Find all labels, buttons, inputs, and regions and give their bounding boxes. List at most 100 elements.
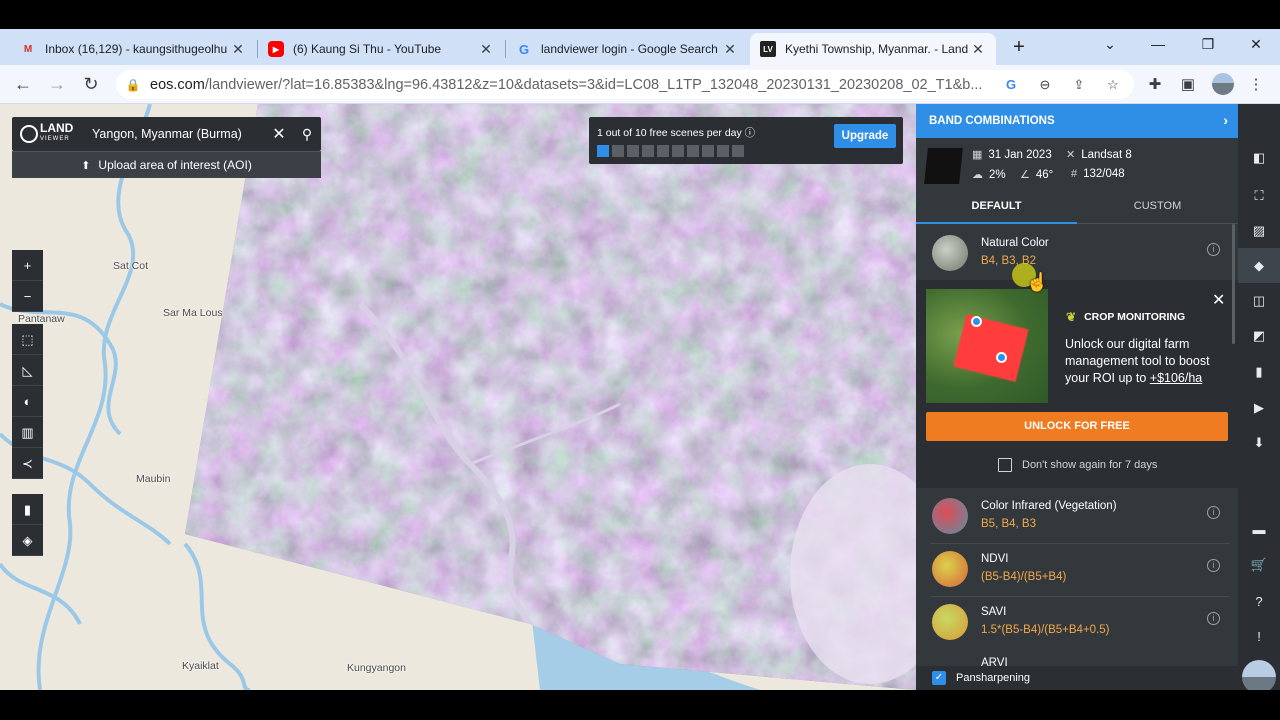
google-icon: G — [518, 41, 530, 57]
band-color-infrared[interactable]: Color Infrared (Vegetation) B5, B4, B3 i — [916, 490, 1238, 543]
side-panel-icon[interactable]: ▣ — [1178, 75, 1198, 95]
tab-youtube[interactable]: ▶ (6) Kaung Si Thu - YouTube ✕ — [258, 33, 504, 65]
pansharpening-toggle[interactable]: ✓ Pansharpening — [916, 666, 1238, 690]
band-name: ARVI — [981, 657, 1008, 666]
compare-icon[interactable]: ◧ — [1249, 148, 1269, 168]
scene-date: 31 Jan 2023 — [988, 148, 1052, 161]
3d-view-icon[interactable]: ◈ — [12, 525, 43, 556]
ruler-icon[interactable]: ◺ — [12, 355, 43, 386]
zoom-in-button[interactable]: + — [12, 250, 43, 281]
extensions-icon[interactable]: ✚ — [1145, 75, 1165, 95]
place-label: Kyaiklat — [182, 660, 219, 672]
close-icon[interactable]: ✕ — [970, 41, 986, 58]
feedback-icon[interactable]: ! — [1249, 627, 1269, 647]
tab-google[interactable]: G landviewer login - Google Search ✕ — [506, 33, 748, 65]
url-text: eos.com/landviewer/?lat=16.85383&lng=96.… — [150, 76, 983, 93]
gmail-icon: M — [23, 43, 33, 55]
screen-top-bar — [0, 0, 1280, 29]
google-lens-icon[interactable]: G — [1001, 75, 1021, 95]
promo-text: Unlock our digital farm management tool … — [1065, 337, 1210, 385]
chat-icon[interactable]: ▬ — [1249, 520, 1269, 540]
info-icon[interactable]: i — [1207, 506, 1220, 519]
tab-default[interactable]: DEFAULT — [916, 194, 1077, 224]
layers-icon[interactable]: ◆ — [1238, 248, 1280, 283]
promo-link[interactable]: +$106/ha — [1150, 371, 1202, 385]
close-icon[interactable]: ✕ — [478, 41, 494, 58]
address-bar: ← → ↻ 🔒 eos.com/landviewer/?lat=16.85383… — [0, 65, 1280, 104]
clear-search-icon[interactable]: ✕ — [265, 124, 293, 144]
scene-thumbnail[interactable] — [924, 148, 963, 184]
quota-cell — [597, 145, 609, 157]
band-formula: 1.5*(B5-B4)/(B5+B4+0.5) — [981, 624, 1110, 636]
satellite-scene — [185, 104, 916, 690]
bookmark-star-icon[interactable]: ☆ — [1103, 75, 1123, 95]
download-icon[interactable]: ⬇ — [1249, 433, 1269, 453]
zoom-out-button[interactable]: − — [12, 281, 43, 312]
upload-aoi-button[interactable]: ⬆ Upload area of interest (AOI) — [12, 151, 321, 178]
zoom-controls: + − — [12, 250, 43, 312]
lock-icon: 🔒 — [125, 77, 141, 92]
info-icon[interactable]: i — [1207, 612, 1220, 625]
restore-button[interactable]: ❐ — [1198, 36, 1218, 53]
close-icon[interactable]: ✕ — [722, 41, 738, 58]
tab-landviewer[interactable]: LV Kyethi Township, Myanmar. - Land ✕ — [750, 33, 996, 65]
close-window-button[interactable]: ✕ — [1246, 36, 1266, 53]
map-layers-icon[interactable]: ▥ — [12, 417, 43, 448]
help-icon[interactable]: ? — [1249, 592, 1269, 612]
time-icon[interactable]: ◐ — [12, 386, 43, 417]
minimize-button[interactable]: — — [1148, 36, 1168, 52]
share-icon[interactable]: ⇪ — [1069, 75, 1089, 95]
panel-scrollbar[interactable] — [1232, 224, 1235, 344]
forward-button[interactable]: → — [46, 73, 68, 95]
cart-icon[interactable]: 🛒 — [1249, 555, 1269, 575]
landviewer-icon: LV — [760, 41, 776, 57]
right-toolbar: ◧ ⛶ ▨ ◆ ◫ ◩ ▮ ▶ ⬇ ▬ 🛒 ? ! — [1238, 104, 1280, 690]
upgrade-button[interactable]: Upgrade — [834, 124, 896, 148]
tab-title: landviewer login - Google Search — [541, 42, 718, 56]
search-icon[interactable]: ⚲ — [293, 126, 321, 143]
statistics-icon[interactable]: ▮ — [12, 494, 43, 525]
info-icon[interactable]: i — [1207, 243, 1220, 256]
profile-avatar[interactable] — [1212, 73, 1234, 95]
location-search: LAND VIEWER Yangon, Myanmar (Burma) ✕ ⚲ — [12, 117, 321, 151]
info-icon[interactable]: i — [1207, 559, 1220, 572]
play-icon[interactable]: ▶ — [1249, 398, 1269, 418]
band-thumbnail — [932, 498, 968, 534]
chevron-right-icon[interactable]: › — [1223, 112, 1228, 128]
band-savi[interactable]: SAVI 1.5*(B5-B4)/(B5+B4+0.5) i — [916, 596, 1238, 649]
panel-title: BAND COMBINATIONS — [929, 115, 1055, 127]
crop-icon[interactable]: ⛶ — [1249, 186, 1269, 206]
change-detection-icon[interactable]: ◩ — [1249, 326, 1269, 346]
back-button[interactable]: ← — [12, 73, 34, 95]
satellite-icon: ✕ — [1066, 149, 1076, 161]
map-view[interactable]: Sat Cot Pantanaw Sar Ma Lous Maubin Kyai… — [0, 104, 916, 690]
draw-polygon-icon[interactable]: ⬚ — [12, 324, 43, 355]
tab-search-icon[interactable]: ⌄ — [1100, 36, 1120, 53]
reload-button[interactable]: ↻ — [80, 73, 102, 95]
map-tools: ⬚ ◺ ◐ ▥ ≺ — [12, 324, 43, 479]
dont-show-checkbox[interactable] — [998, 458, 1012, 472]
url-field[interactable]: 🔒 eos.com/landviewer/?lat=16.85383&lng=9… — [116, 70, 1134, 99]
menu-icon[interactable]: ⋮ — [1246, 75, 1266, 95]
close-promo-icon[interactable]: ✕ — [1212, 290, 1225, 310]
image-icon[interactable]: ▨ — [1249, 221, 1269, 241]
globe-icon — [20, 125, 38, 143]
close-icon[interactable]: ✕ — [230, 41, 246, 58]
search-input[interactable]: Yangon, Myanmar (Burma) — [82, 127, 265, 141]
dont-show-again[interactable]: Don't show again for 7 days — [998, 458, 1157, 472]
chart-icon[interactable]: ▮ — [1249, 362, 1269, 382]
band-natural-color[interactable]: Natural Color B4, B3, B2 i — [916, 227, 1238, 280]
unlock-for-free-button[interactable]: UNLOCK FOR FREE — [926, 412, 1228, 441]
tab-custom[interactable]: CUSTOM — [1077, 194, 1238, 224]
landviewer-logo: LAND VIEWER — [20, 121, 82, 147]
band-ndvi[interactable]: NDVI (B5-B4)/(B5+B4) i — [916, 543, 1238, 596]
tab-gmail[interactable]: M Inbox (16,129) - kaungsithugeolhu ✕ — [10, 33, 256, 65]
user-avatar[interactable] — [1242, 660, 1276, 694]
zoom-icon[interactable]: ⊖ — [1035, 75, 1055, 95]
share-map-icon[interactable]: ≺ — [12, 448, 43, 479]
split-view-icon[interactable]: ◫ — [1249, 291, 1269, 311]
quota-cells — [597, 145, 744, 157]
pansharpening-checkbox[interactable]: ✓ — [932, 671, 946, 685]
new-tab-button[interactable]: + — [1008, 36, 1030, 59]
band-arvi[interactable]: ARVI — [916, 649, 1238, 666]
